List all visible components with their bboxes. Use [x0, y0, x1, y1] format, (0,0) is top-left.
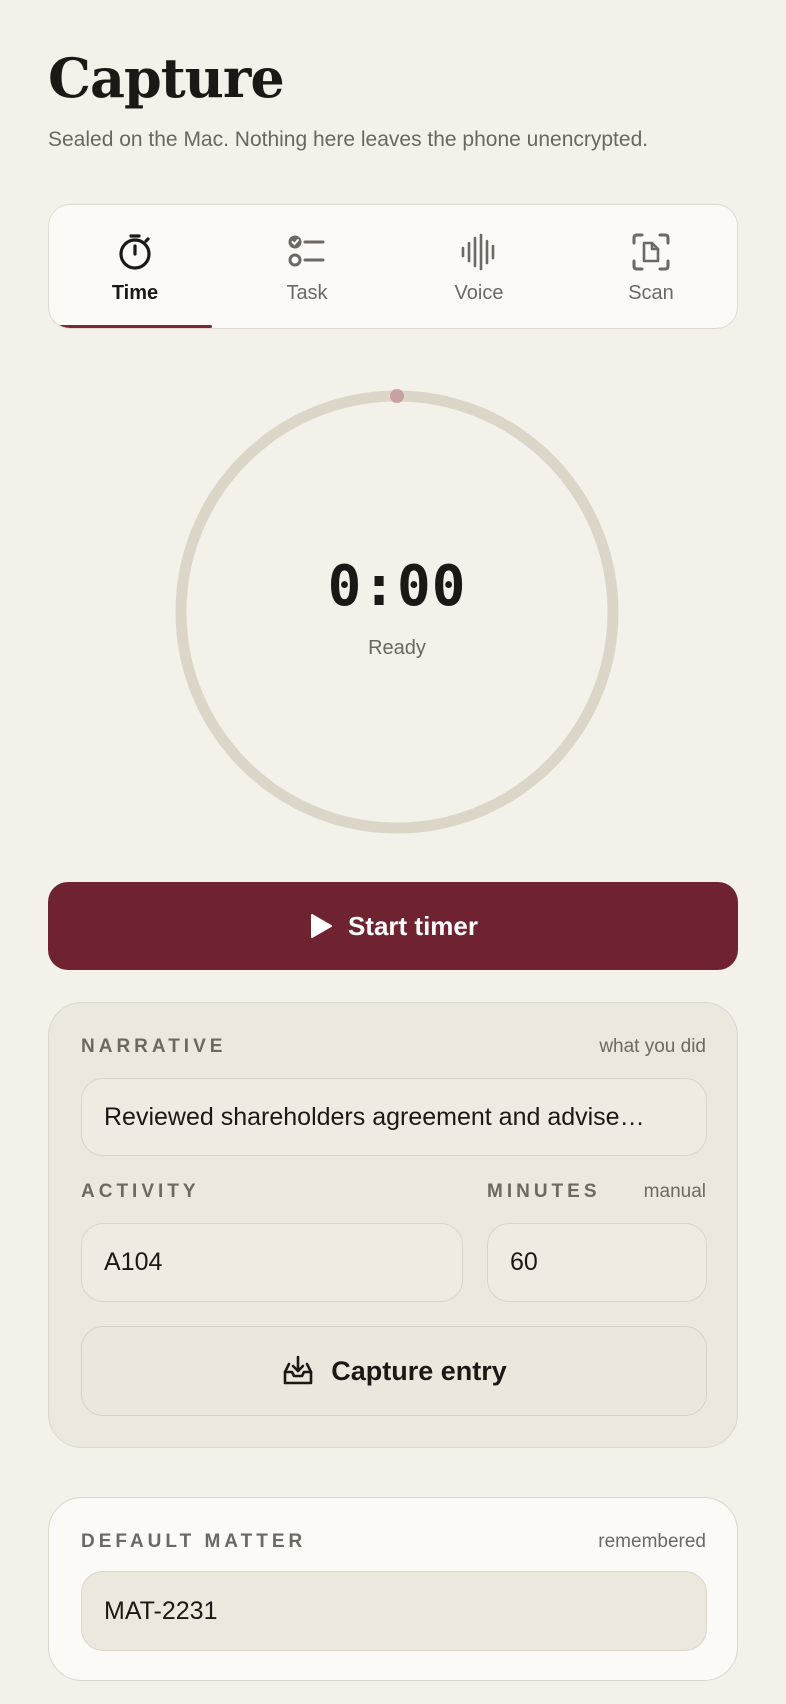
- play-icon: [310, 914, 332, 938]
- stopwatch-icon: [119, 234, 151, 270]
- narrative-value: Reviewed shareholders agreement and advi…: [104, 1102, 645, 1131]
- page-subtitle: Sealed on the Mac. Nothing here leaves t…: [48, 128, 649, 151]
- capture-mode-tabs: Time Task Voice Scan: [48, 204, 738, 329]
- tab-label: Voice: [454, 282, 504, 304]
- default-matter-value: MAT-2231: [104, 1596, 218, 1625]
- tab-task[interactable]: Task: [221, 205, 393, 328]
- default-matter-hint: remembered: [598, 1531, 706, 1552]
- entry-card: NARRATIVE what you did Reviewed sharehol…: [48, 1002, 738, 1448]
- tab-scan[interactable]: Scan: [565, 205, 737, 328]
- tab-time[interactable]: Time: [49, 205, 221, 328]
- default-matter-card: DEFAULT MATTER remembered MAT-2231: [48, 1497, 738, 1681]
- activity-label: ACTIVITY: [81, 1181, 200, 1202]
- default-matter-label: DEFAULT MATTER: [81, 1531, 307, 1552]
- minutes-label: MINUTES: [487, 1181, 601, 1202]
- tab-voice[interactable]: Voice: [393, 205, 565, 328]
- timer-dial: 0:00 Ready: [174, 389, 620, 835]
- narrative-hint: what you did: [599, 1036, 706, 1057]
- capture-entry-button[interactable]: Capture entry: [81, 1326, 707, 1416]
- inbox-tray-icon: [283, 1355, 313, 1385]
- start-timer-label: Start timer: [347, 910, 479, 941]
- minutes-field[interactable]: 60: [487, 1223, 707, 1302]
- tab-label: Task: [286, 282, 328, 304]
- activity-field[interactable]: A104: [81, 1223, 463, 1302]
- document-scan-icon: [632, 233, 670, 271]
- tab-label: Time: [111, 282, 159, 304]
- timer-progress-marker: [390, 389, 404, 403]
- default-matter-field[interactable]: MAT-2231: [81, 1571, 707, 1651]
- timer-status: Ready: [368, 637, 426, 659]
- narrative-field[interactable]: Reviewed shareholders agreement and advi…: [81, 1078, 707, 1156]
- checklist-icon: [288, 235, 325, 267]
- page-title: Capture: [48, 46, 285, 110]
- tab-label: Scan: [628, 282, 674, 304]
- start-timer-button[interactable]: Start timer: [48, 882, 738, 970]
- narrative-label: NARRATIVE: [81, 1036, 227, 1057]
- waveform-icon: [461, 233, 495, 271]
- minutes-value: 60: [510, 1248, 538, 1276]
- capture-entry-label: Capture entry: [331, 1355, 507, 1386]
- timer-display: 0:00: [327, 554, 467, 619]
- activity-value: A104: [104, 1248, 163, 1276]
- minutes-hint: manual: [643, 1181, 706, 1202]
